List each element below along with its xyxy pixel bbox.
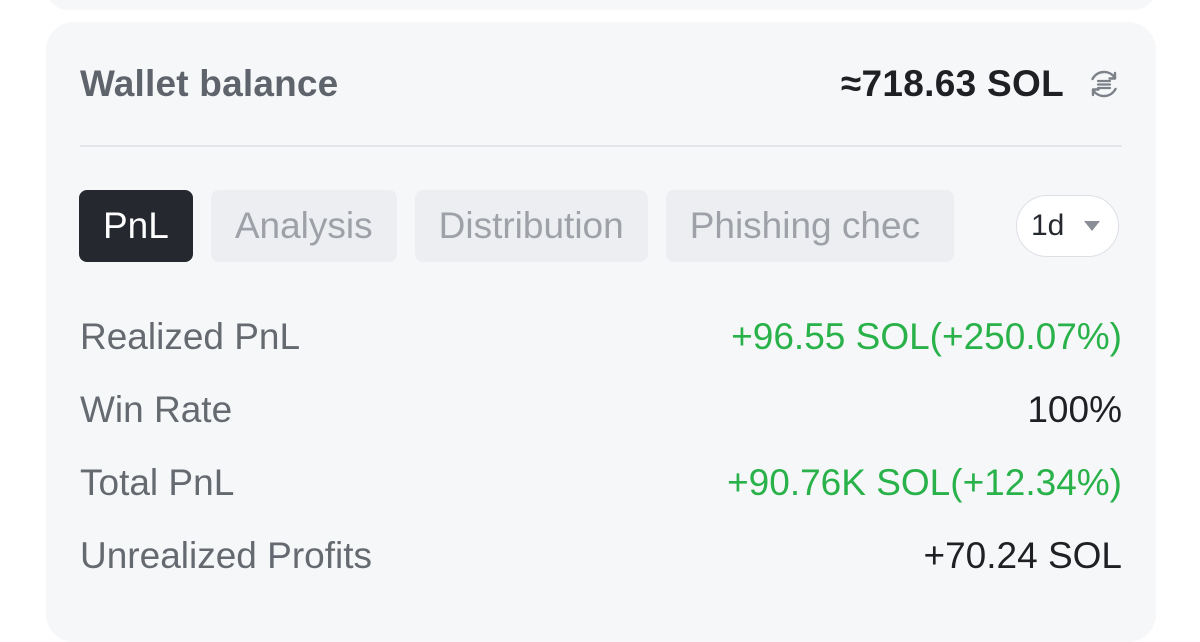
stat-label: Win Rate — [80, 388, 233, 430]
header-divider — [80, 145, 1122, 147]
wallet-header: Wallet balance ≈718.63 SOL — [80, 56, 1122, 112]
period-dropdown[interactable]: 1d — [1016, 195, 1119, 257]
stat-value: 100% — [1027, 388, 1122, 430]
stat-value: +96.55 SOL(+250.07%) — [731, 315, 1122, 357]
caret-down-icon — [1084, 221, 1101, 231]
stats-list: Realized PnL +96.55 SOL(+250.07%) Win Ra… — [80, 300, 1122, 592]
stat-label: Unrealized Profits — [80, 534, 373, 576]
wallet-balance-value: ≈718.63 SOL — [840, 63, 1064, 104]
stat-value: +70.24 SOL — [923, 534, 1122, 576]
stat-label: Total PnL — [80, 461, 235, 503]
tab-bar: PnL Analysis Distribution Phishing chec — [79, 190, 1004, 262]
stat-row-realized-pnl: Realized PnL +96.55 SOL(+250.07%) — [80, 300, 1122, 373]
wallet-balance-title: Wallet balance — [80, 63, 339, 104]
refresh-icon[interactable] — [1086, 66, 1122, 102]
previous-card-edge — [46, 0, 1156, 10]
tab-pnl[interactable]: PnL — [79, 190, 193, 262]
balance-wrap: ≈718.63 SOL — [841, 63, 1122, 105]
stat-label: Realized PnL — [80, 315, 301, 357]
period-selected: 1d — [1031, 209, 1065, 242]
stat-value: +90.76K SOL(+12.34%) — [727, 461, 1122, 503]
tab-phishing-check[interactable]: Phishing chec — [665, 190, 954, 262]
wallet-card: Wallet balance ≈718.63 SOL PnL Analysis … — [46, 22, 1156, 642]
tab-analysis[interactable]: Analysis — [210, 190, 397, 262]
stat-row-unrealized-profits: Unrealized Profits +70.24 SOL — [80, 519, 1122, 592]
tab-distribution[interactable]: Distribution — [414, 190, 648, 262]
stat-row-total-pnl: Total PnL +90.76K SOL(+12.34%) — [80, 446, 1122, 519]
stat-row-win-rate: Win Rate 100% — [80, 373, 1122, 446]
